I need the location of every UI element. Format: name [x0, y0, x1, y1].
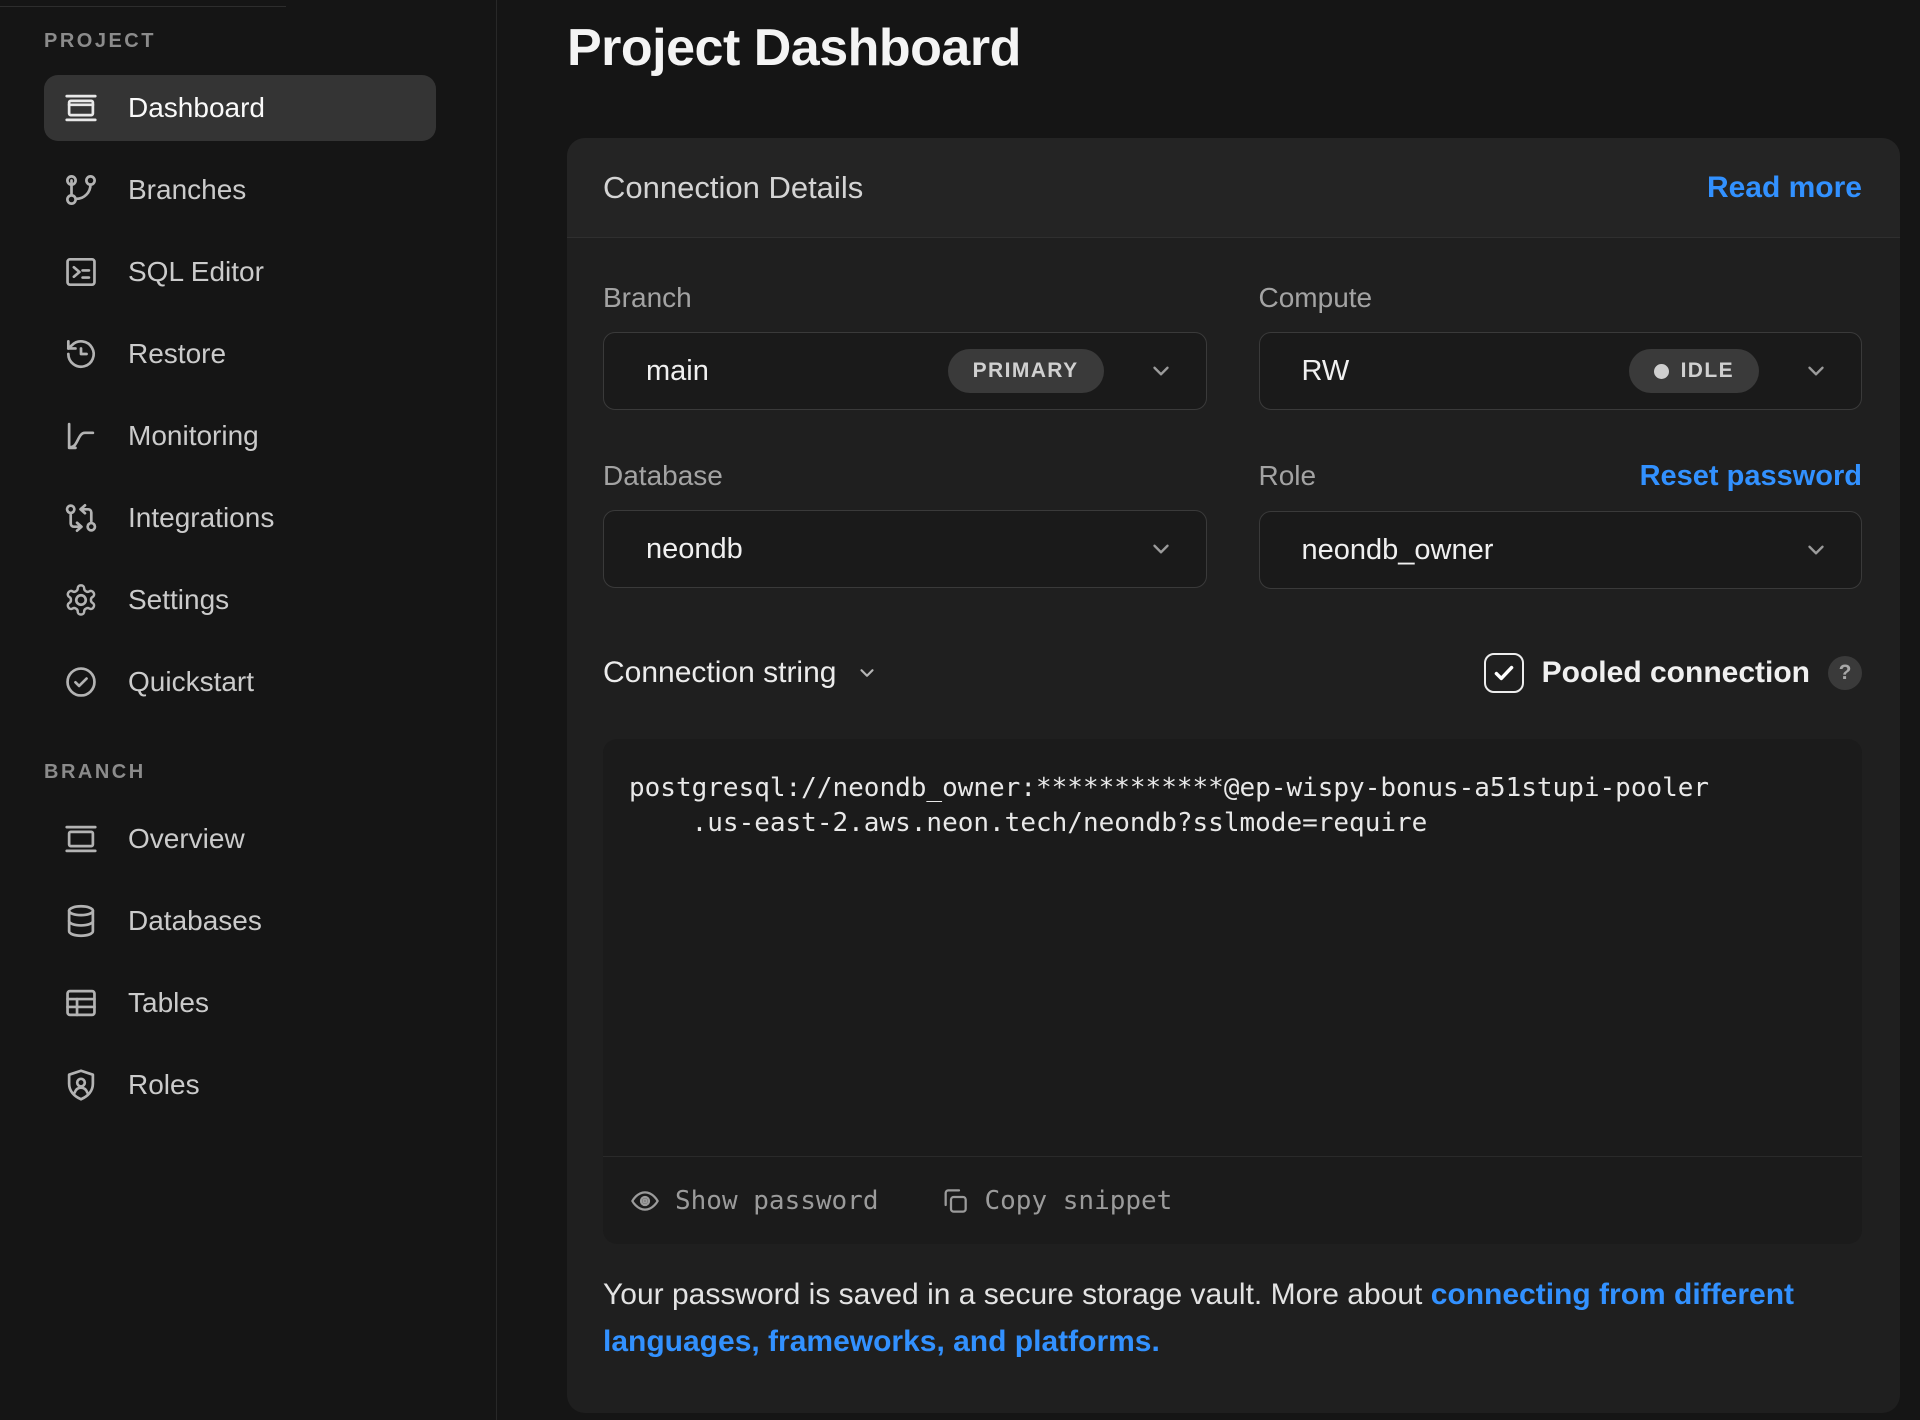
connection-string-line1: postgresql://neondb_owner:************@e… — [629, 773, 1709, 803]
role-field: Role Reset password neondb_owner — [1259, 460, 1863, 589]
roles-icon — [62, 1066, 100, 1104]
card-header: Connection Details Read more — [567, 138, 1900, 238]
sql-editor-icon — [62, 253, 100, 291]
connection-fields-grid: Branch main PRIMARY Compute — [603, 282, 1862, 589]
sidebar-item-label: Restore — [128, 338, 226, 370]
monitoring-icon — [62, 417, 100, 455]
sidebar-item-roles[interactable]: Roles — [44, 1052, 436, 1118]
primary-badge: PRIMARY — [948, 349, 1104, 393]
page-title: Project Dashboard — [567, 18, 1900, 78]
reset-password-link[interactable]: Reset password — [1640, 460, 1862, 493]
sidebar-section-project-title: PROJECT — [44, 30, 436, 53]
read-more-link[interactable]: Read more — [1707, 171, 1862, 205]
copy-snippet-button[interactable]: Copy snippet — [939, 1185, 1173, 1217]
branch-field: Branch main PRIMARY — [603, 282, 1207, 410]
integrations-icon — [62, 499, 100, 537]
connection-string-row: Connection string Pooled connection ? — [603, 653, 1862, 693]
check-icon — [1491, 660, 1517, 686]
idle-badge: IDLE — [1629, 349, 1759, 393]
chevron-down-icon — [1803, 358, 1829, 384]
sidebar-top-divider — [0, 6, 286, 7]
card-title: Connection Details — [603, 170, 863, 206]
compute-select[interactable]: RW IDLE — [1259, 332, 1863, 410]
branch-select[interactable]: main PRIMARY — [603, 332, 1207, 410]
role-select[interactable]: neondb_owner — [1259, 511, 1863, 589]
sidebar-item-restore[interactable]: Restore — [44, 321, 436, 387]
sidebar-item-label: Overview — [128, 823, 245, 855]
compute-field: Compute RW IDLE — [1259, 282, 1863, 410]
app-root: PROJECT Dashboard Branches SQL Editor — [0, 0, 1920, 1420]
sidebar-section-branch-title: BRANCH — [44, 761, 436, 784]
sidebar-item-label: Tables — [128, 987, 209, 1019]
compute-value: RW — [1302, 355, 1350, 388]
databases-icon — [62, 902, 100, 940]
database-value: neondb — [646, 533, 743, 566]
sidebar-item-sql-editor[interactable]: SQL Editor — [44, 239, 436, 305]
sidebar-item-label: Monitoring — [128, 420, 259, 452]
help-icon[interactable]: ? — [1828, 656, 1862, 690]
branches-icon — [62, 171, 100, 209]
sidebar-item-label: Integrations — [128, 502, 274, 534]
sidebar-item-tables[interactable]: Tables — [44, 970, 436, 1036]
eye-icon — [629, 1185, 661, 1217]
sidebar-item-branches[interactable]: Branches — [44, 157, 436, 223]
database-label: Database — [603, 460, 723, 492]
sidebar-item-dashboard[interactable]: Dashboard — [44, 75, 436, 141]
role-label: Role — [1259, 460, 1317, 492]
idle-badge-label: IDLE — [1681, 359, 1734, 383]
restore-icon — [62, 335, 100, 373]
sidebar-item-label: Quickstart — [128, 666, 254, 698]
sidebar-item-label: Branches — [128, 174, 246, 206]
database-select[interactable]: neondb — [603, 510, 1207, 588]
code-footer: Show password Copy snippet — [603, 1156, 1862, 1244]
compute-label: Compute — [1259, 282, 1373, 314]
sidebar-item-label: Dashboard — [128, 92, 265, 124]
sidebar-item-integrations[interactable]: Integrations — [44, 485, 436, 551]
chevron-down-icon — [1148, 536, 1174, 562]
show-password-button[interactable]: Show password — [629, 1185, 879, 1217]
main-content: Project Dashboard Connection Details Rea… — [497, 0, 1920, 1420]
dashboard-icon — [62, 89, 100, 127]
connection-string-text: postgresql://neondb_owner:************@e… — [603, 739, 1862, 1156]
sidebar-item-quickstart[interactable]: Quickstart — [44, 649, 436, 715]
overview-icon — [62, 820, 100, 858]
password-vault-note-text: Your password is saved in a secure stora… — [603, 1278, 1431, 1311]
branch-label: Branch — [603, 282, 692, 314]
primary-badge-label: PRIMARY — [973, 359, 1079, 383]
sidebar-item-label: Roles — [128, 1069, 200, 1101]
sidebar-project-nav: Dashboard Branches SQL Editor Restore — [44, 75, 436, 715]
show-password-label: Show password — [675, 1186, 879, 1216]
connection-string-toggle[interactable]: Connection string — [603, 656, 878, 690]
pooled-connection-group: Pooled connection ? — [1484, 653, 1862, 693]
settings-icon — [62, 581, 100, 619]
sidebar-branch-nav: Overview Databases Tables Roles — [44, 806, 436, 1118]
card-body: Branch main PRIMARY Compute — [567, 238, 1900, 1413]
sidebar-item-databases[interactable]: Databases — [44, 888, 436, 954]
pooled-connection-checkbox[interactable] — [1484, 653, 1524, 693]
copy-icon — [939, 1185, 971, 1217]
connection-string-line2: .us-east-2.aws.neon.tech/neondb?sslmode=… — [629, 808, 1427, 838]
branch-value: main — [646, 355, 709, 388]
status-dot — [1654, 364, 1669, 379]
sidebar-item-settings[interactable]: Settings — [44, 567, 436, 633]
copy-snippet-label: Copy snippet — [985, 1186, 1173, 1216]
tables-icon — [62, 984, 100, 1022]
pooled-connection-label[interactable]: Pooled connection — [1542, 656, 1810, 690]
sidebar-item-overview[interactable]: Overview — [44, 806, 436, 872]
sidebar: PROJECT Dashboard Branches SQL Editor — [0, 0, 497, 1420]
sidebar-item-label: SQL Editor — [128, 256, 264, 288]
database-field: Database neondb — [603, 460, 1207, 589]
chevron-down-icon — [1148, 358, 1174, 384]
role-value: neondb_owner — [1302, 534, 1494, 567]
connection-details-card: Connection Details Read more Branch main… — [567, 138, 1900, 1413]
sidebar-item-label: Settings — [128, 584, 229, 616]
connection-string-label: Connection string — [603, 656, 836, 690]
sidebar-item-monitoring[interactable]: Monitoring — [44, 403, 436, 469]
chevron-down-icon — [1803, 537, 1829, 563]
password-vault-note: Your password is saved in a secure stora… — [603, 1272, 1862, 1365]
sidebar-item-label: Databases — [128, 905, 262, 937]
quickstart-icon — [62, 663, 100, 701]
chevron-down-icon — [856, 662, 878, 684]
connection-string-box: postgresql://neondb_owner:************@e… — [603, 739, 1862, 1244]
